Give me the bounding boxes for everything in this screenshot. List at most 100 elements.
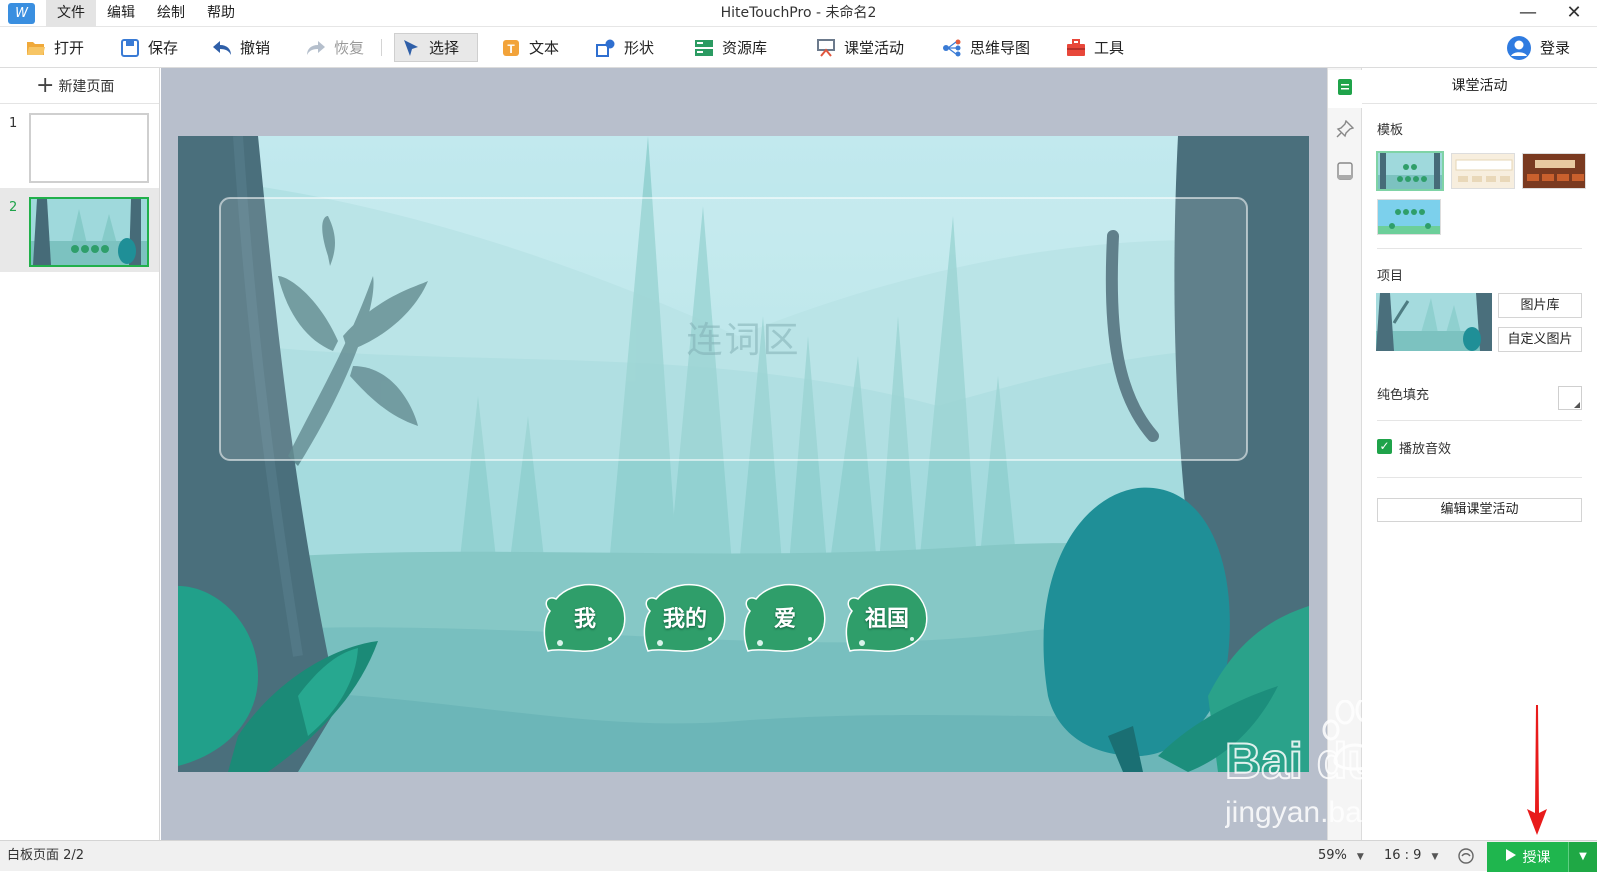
divider: [1377, 477, 1582, 478]
open-button[interactable]: 打开: [20, 33, 90, 62]
zoom-dropdown[interactable]: 59% ▼: [1318, 841, 1364, 872]
select-tool-button[interactable]: 选择: [394, 33, 478, 62]
template-paper[interactable]: [1451, 153, 1515, 189]
page-thumbnail-1[interactable]: 1: [0, 104, 159, 188]
class-activity-label: 课堂活动: [844, 39, 905, 57]
resource-library-icon: [694, 38, 714, 58]
minimize-button[interactable]: —: [1505, 0, 1551, 27]
panel-title: 课堂活动: [1362, 68, 1597, 104]
fill-color-picker[interactable]: [1558, 386, 1582, 410]
class-activity-button[interactable]: 课堂活动: [810, 33, 910, 62]
custom-image-button[interactable]: 自定义图片: [1498, 327, 1582, 352]
save-label: 保存: [148, 39, 179, 57]
page-status: 白板页面 2/2: [7, 848, 85, 863]
word-leaf-card[interactable]: 我: [540, 581, 630, 655]
toolbox-icon: [1066, 38, 1086, 58]
cursor-arrow-icon: [401, 38, 421, 58]
tools-button[interactable]: 工具: [1060, 33, 1130, 62]
folder-icon: [26, 38, 46, 58]
word-label: 我: [573, 607, 596, 632]
redo-icon: [306, 38, 326, 58]
text-label: 文本: [529, 39, 560, 57]
present-button[interactable]: 授课: [1487, 842, 1568, 872]
slide-canvas[interactable]: 连词区 我 我的 爱 祖国: [178, 136, 1309, 772]
edit-activity-button[interactable]: 编辑课堂活动: [1377, 498, 1582, 522]
save-button[interactable]: 保存: [114, 33, 184, 62]
title-bar: W 文件 编辑 绘制 帮助 HiteTouchPro - 未命名2 — ✕: [0, 0, 1597, 27]
hand-tool-icon[interactable]: [1457, 847, 1475, 869]
resources-label: 资源库: [722, 39, 768, 57]
menu-help[interactable]: 帮助: [196, 0, 246, 27]
user-avatar-icon: [1506, 35, 1532, 61]
canvas-area[interactable]: 连词区 我 我的 爱 祖国: [161, 68, 1327, 840]
text-icon: T: [501, 38, 521, 58]
page-number: 2: [9, 200, 18, 215]
red-arrow-annotation: [1525, 705, 1549, 839]
page-thumbnail-2[interactable]: 2: [0, 188, 159, 272]
menu-draw[interactable]: 绘制: [146, 0, 196, 27]
book-icon: [1337, 162, 1353, 184]
properties-panel: 课堂活动 模板 项目 图片库 自定义图片 纯色填充 ✓ 播放音效 编辑课堂活动: [1362, 68, 1597, 840]
chevron-down-icon: ▼: [1431, 852, 1439, 862]
word-leaf-card[interactable]: 祖国: [842, 581, 932, 655]
classroom-board-icon: [816, 38, 836, 58]
template-label: 模板: [1377, 123, 1404, 138]
word-leaf-card[interactable]: 我的: [640, 581, 730, 655]
template-wood[interactable]: [1522, 153, 1586, 189]
aspect-ratio-dropdown[interactable]: 16 : 9 ▼: [1384, 841, 1438, 872]
new-page-label: 新建页面: [58, 78, 115, 95]
play-icon: [1505, 848, 1517, 866]
svg-text:T: T: [507, 42, 515, 56]
ratio-value: 16 : 9: [1384, 848, 1422, 863]
close-button[interactable]: ✕: [1551, 0, 1597, 27]
mind-map-button[interactable]: 思维导图: [936, 33, 1036, 62]
page-tab[interactable]: [1328, 154, 1362, 192]
redo-button[interactable]: 恢复: [300, 33, 370, 62]
mind-map-icon: [942, 38, 962, 58]
properties-tab[interactable]: [1328, 70, 1362, 108]
tools-label: 工具: [1094, 39, 1125, 57]
image-library-button[interactable]: 图片库: [1498, 293, 1582, 318]
word-label: 我的: [662, 607, 707, 632]
present-options-dropdown[interactable]: ▼: [1568, 842, 1597, 872]
shape-label: 形状: [624, 39, 655, 57]
word-label: 祖国: [864, 607, 909, 632]
word-leaf-card[interactable]: 爱: [740, 581, 830, 655]
forest-background: [178, 136, 1309, 772]
select-label: 选择: [429, 39, 460, 57]
text-tool-button[interactable]: T 文本: [495, 33, 565, 62]
undo-label: 撤销: [240, 39, 271, 57]
animation-tab[interactable]: [1328, 112, 1362, 150]
new-page-button[interactable]: + 新建页面: [0, 68, 159, 104]
item-background-preview[interactable]: [1376, 293, 1492, 351]
template-sky[interactable]: [1377, 199, 1441, 235]
item-label: 项目: [1377, 269, 1404, 284]
chevron-down-icon: ▼: [1356, 852, 1364, 862]
link-zone-label: 连词区: [686, 320, 801, 361]
login-button[interactable]: 登录: [1500, 33, 1576, 62]
magic-pin-icon: [1336, 119, 1355, 142]
shapes-icon: [596, 38, 616, 58]
play-sound-label: 播放音效: [1399, 442, 1452, 457]
word-label: 爱: [773, 607, 796, 632]
solid-fill-label: 纯色填充: [1377, 388, 1430, 403]
forest-page-preview: [29, 197, 149, 267]
mind-map-label: 思维导图: [970, 39, 1031, 57]
document-icon: [1337, 78, 1353, 100]
undo-button[interactable]: 撤销: [206, 33, 276, 62]
menu-file[interactable]: 文件: [46, 0, 96, 27]
resources-button[interactable]: 资源库: [688, 33, 773, 62]
plus-icon: +: [36, 72, 55, 98]
zoom-value: 59%: [1318, 848, 1347, 863]
page-number: 1: [9, 116, 18, 131]
blank-page-preview: [29, 113, 149, 183]
status-bar: 白板页面 2/2 59% ▼ 16 : 9 ▼ 授课 ▼: [0, 840, 1597, 872]
present-label: 授课: [1522, 850, 1551, 866]
template-forest[interactable]: [1376, 151, 1444, 191]
menu-edit[interactable]: 编辑: [96, 0, 146, 27]
open-label: 打开: [54, 39, 85, 57]
redo-label: 恢复: [334, 39, 365, 57]
app-logo-icon: W: [8, 3, 35, 24]
shape-tool-button[interactable]: 形状: [590, 33, 660, 62]
play-sound-checkbox[interactable]: ✓: [1377, 439, 1392, 454]
